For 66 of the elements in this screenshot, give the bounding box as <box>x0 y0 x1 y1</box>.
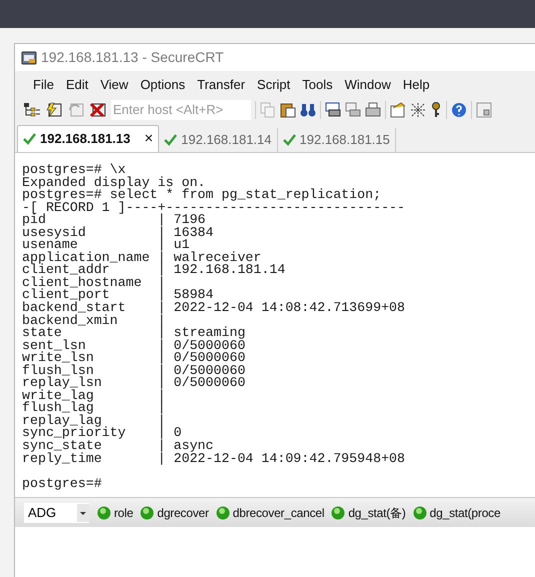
dropdown-value: ADG <box>28 504 56 522</box>
terminal-line: -[ RECORD 1 ]----+------------------------------ <box>22 202 406 214</box>
help-icon[interactable] <box>451 102 467 118</box>
check-icon <box>164 134 178 146</box>
printer-icon[interactable] <box>365 102 381 118</box>
terminal-line: write_lag | <box>22 390 167 402</box>
terminal-line: backend_start | 2022-12-04 14:08:42.713699+08 <box>22 302 406 315</box>
tree-icon[interactable] <box>23 102 41 118</box>
terminal-line: backend_xmin | <box>22 314 167 328</box>
terminal-line: sync_state | async <box>22 440 214 453</box>
menu-item[interactable]: Options <box>134 74 192 94</box>
terminal-line: client_port | 58984 <box>22 289 214 302</box>
menu-item[interactable]: File <box>27 74 60 94</box>
menu-item[interactable]: Script <box>251 74 296 94</box>
terminal-line: reply_time | 2022-12-04 14:09:42.795948+08 <box>22 452 406 466</box>
terminal-line: postgres=# <box>22 478 103 490</box>
menu-item[interactable]: Help <box>396 74 436 94</box>
terminal-line: replay_lsn | 0/5000060 <box>22 377 246 390</box>
terminal-line: usesysid | 16384 <box>22 226 215 240</box>
script-button[interactable]: dg_stat(proce <box>412 504 500 522</box>
terminal-line: application_name | walreceiver <box>22 252 262 264</box>
script-button[interactable]: dg_stat(备) <box>331 504 406 522</box>
terminal-app-icon <box>21 50 37 66</box>
properties-icon[interactable] <box>390 102 406 118</box>
terminal-line: postgres=# select * from pg_stat_replication; <box>22 189 382 202</box>
script-button[interactable]: dgrecover <box>140 504 209 522</box>
terminal-line: usename | u1 <box>22 239 190 252</box>
ball-icon <box>216 506 230 520</box>
session-tab[interactable]: 192.168.181.13 × <box>17 125 160 152</box>
ball-icon <box>331 506 346 520</box>
print-selection-icon[interactable] <box>345 102 361 118</box>
window-title: 192.168.181.13 - SecureCRT <box>41 48 224 67</box>
menu-item[interactable]: Window <box>338 74 397 94</box>
terminal-line: pid | 7196 <box>22 214 206 227</box>
terminal-line: state | streaming <box>22 327 246 340</box>
terminal-line: flush_lag | <box>22 402 167 415</box>
script-button[interactable]: role <box>97 504 134 522</box>
terminal-line: write_lsn | 0/5000060 <box>22 352 246 365</box>
terminal-line: replay_lag | <box>22 414 167 428</box>
connect-icon[interactable] <box>45 102 63 118</box>
key-icon[interactable] <box>430 102 442 118</box>
print-screen-icon[interactable] <box>325 102 341 118</box>
close-tab-button[interactable]: × <box>144 128 154 150</box>
clipboard-icon[interactable] <box>280 102 296 118</box>
check-icon <box>23 133 36 145</box>
ball-icon <box>97 506 111 520</box>
terminal-line: sync_priority | 0 <box>22 427 183 440</box>
terminal-line: client_addr | 192.168.181.14 <box>22 264 286 277</box>
terminal-line: flush_lsn | 0/5000060 <box>22 364 246 378</box>
ball-icon <box>412 506 427 520</box>
caret-icon[interactable] <box>77 504 89 522</box>
terminal-line: sent_lsn | 0/5000060 <box>22 340 246 352</box>
terminal-line: postgres=# \x <box>22 164 126 177</box>
menu-item[interactable]: View <box>94 74 134 94</box>
script-button[interactable]: dbrecover_cancel <box>216 504 324 522</box>
check-icon <box>282 134 296 146</box>
menu-item[interactable]: Edit <box>60 74 94 94</box>
disconnect-icon[interactable] <box>89 102 107 118</box>
binoculars-icon[interactable] <box>300 102 316 118</box>
session-dropdown[interactable]: ADG <box>24 502 89 522</box>
menu-item[interactable]: Transfer <box>191 74 252 94</box>
menu-item[interactable]: Tools <box>296 74 339 94</box>
ball-icon <box>140 506 154 520</box>
terminal-line: client_hostname | <box>22 276 167 290</box>
terminal-line: Expanded display is on. <box>22 176 206 190</box>
lock-window-icon[interactable] <box>476 102 492 118</box>
